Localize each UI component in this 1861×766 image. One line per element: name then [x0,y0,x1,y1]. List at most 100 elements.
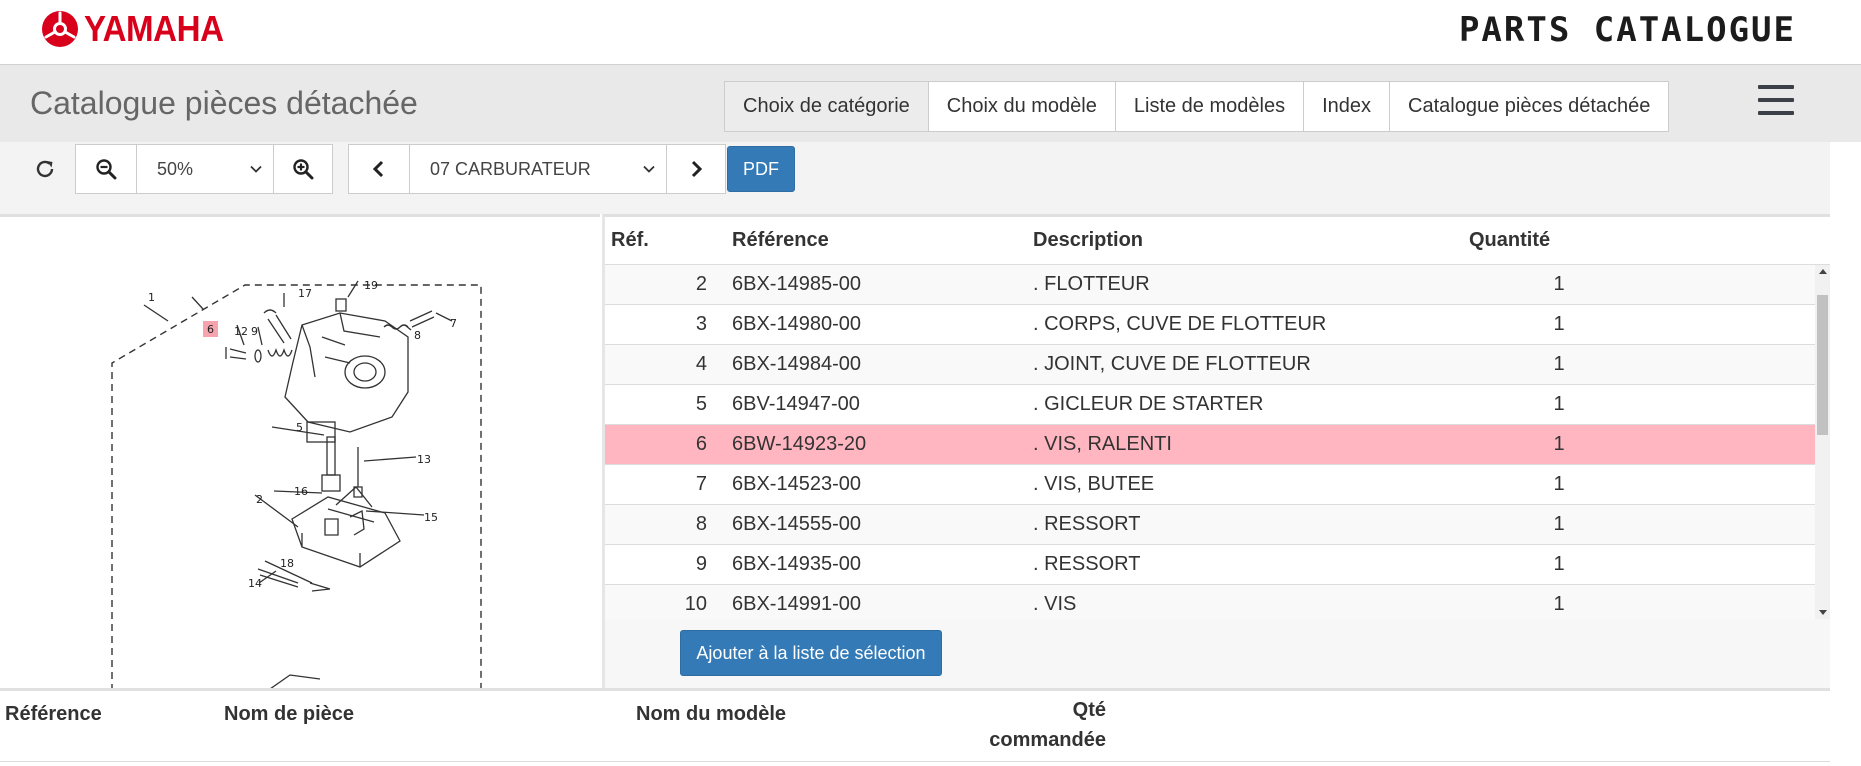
cell-quantity: 1 [1553,473,1565,495]
cell-description: . JOINT, CUVE DE FLOTTEUR [1033,353,1311,375]
diagram-callout-8[interactable]: 8 [414,329,421,342]
cell-reference: 6BX-14935-00 [732,553,861,575]
diagram-callout-16[interactable]: 16 [294,485,308,498]
next-category-button[interactable] [666,144,726,194]
tab-parts-catalogue[interactable]: Catalogue pièces détachée [1390,82,1669,131]
add-to-selection-button[interactable]: Ajouter à la liste de sélection [680,630,942,676]
parts-catalogue-logo: PARTS CATALOGUE [1459,10,1796,50]
table-row[interactable]: 7 6BX-14523-00 . VIS, BUTEE 1 [605,465,1815,505]
zoom-select[interactable]: 50% [136,144,274,194]
table-row[interactable]: 9 6BX-14935-00 . RESSORT 1 [605,545,1815,585]
refresh-icon [36,160,54,178]
header-description[interactable]: Description [1033,229,1143,252]
diagram-callout-7[interactable]: 7 [450,317,457,330]
selection-header-reference: Référence [5,703,102,725]
tab-model-choice[interactable]: Choix du modèle [928,82,1116,131]
exploded-diagram-panel: 1 17 19 8 7 6 12 9 5 13 16 15 2 18 14 [0,214,600,688]
diagram-callout-17[interactable]: 17 [298,287,312,300]
cell-reference: 6BX-14555-00 [732,513,861,535]
chevron-left-icon [372,160,384,178]
cell-ref: 7 [695,473,707,495]
table-row[interactable]: 2 6BX-14985-00 . FLOTTEUR 1 [605,265,1815,305]
cell-ref: 5 [695,393,707,415]
table-row[interactable]: 4 6BX-14984-00 . JOINT, CUVE DE FLOTTEUR… [605,345,1815,385]
parts-table-body: 2 6BX-14985-00 . FLOTTEUR 1 3 6BX-14980-… [605,265,1815,619]
scroll-up-arrow-icon[interactable] [1819,269,1827,274]
selection-header-part-name: Nom de pièce [224,703,355,725]
refresh-button[interactable] [18,144,72,194]
table-row[interactable]: 8 6BX-14555-00 . RESSORT 1 [605,505,1815,545]
cell-ref: 10 [684,593,707,615]
divider [0,761,1830,762]
cell-ref: 3 [695,313,707,335]
scroll-down-arrow-icon[interactable] [1819,610,1827,615]
previous-category-button[interactable] [348,144,410,194]
zoom-in-icon [293,159,314,180]
cell-description: . RESSORT [1033,513,1141,535]
diagram-callout-6[interactable]: 6 [207,323,214,336]
zoom-out-button[interactable] [75,144,137,194]
parts-table-header: Réf. Référence Description Quantité [605,217,1830,265]
cell-quantity: 1 [1553,273,1565,295]
selection-header-quantity-line1: Qté [1072,699,1106,721]
header-reference[interactable]: Référence [732,229,829,252]
cell-description: . VIS [1033,593,1077,615]
cell-description: . RESSORT [1033,553,1141,575]
cell-ref: 6 [695,433,707,455]
yamaha-logo[interactable]: YAMAHA [40,8,236,50]
cell-reference: 6BX-14523-00 [732,473,861,495]
cell-quantity: 1 [1553,393,1565,415]
cell-reference: 6BW-14923-20 [732,433,867,455]
cell-reference: 6BV-14947-00 [732,393,860,415]
cell-quantity: 1 [1553,433,1565,455]
diagram-callout-19[interactable]: 19 [364,279,378,292]
scrollbar-thumb[interactable] [1817,295,1828,435]
chevron-right-icon [691,160,703,178]
nav-tabs: Choix de catégorie Choix du modèle Liste… [724,81,1670,132]
diagram-callout-2[interactable]: 2 [256,493,263,506]
parts-list-panel: Réf. Référence Description Quantité 2 6B… [602,214,1830,688]
category-select-value: 07 CARBURATEUR [430,158,591,179]
carburetor-exploded-diagram[interactable]: 1 17 19 8 7 6 12 9 5 13 16 15 2 18 14 [40,217,560,688]
category-select[interactable]: 07 CARBURATEUR [409,144,667,194]
diagram-callout-14[interactable]: 14 [248,577,262,590]
tab-category-choice[interactable]: Choix de catégorie [725,82,929,131]
parts-table-scrollbar[interactable] [1815,265,1830,619]
header-ref[interactable]: Réf. [611,229,649,252]
diagram-callout-1[interactable]: 1 [148,291,155,304]
table-row[interactable]: 3 6BX-14980-00 . CORPS, CUVE DE FLOTTEUR… [605,305,1815,345]
tab-index[interactable]: Index [1304,82,1391,131]
hamburger-menu-icon[interactable] [1758,85,1794,119]
tab-model-list[interactable]: Liste de modèles [1115,82,1305,131]
table-row-selected[interactable]: 6 6BW-14923-20 . VIS, RALENTI 1 [605,425,1815,465]
cell-ref: 4 [695,353,707,375]
toolbar: 50% 07 CARBURATEUR PDF [0,142,1830,214]
diagram-callout-12[interactable]: 12 [234,325,248,338]
cell-description: . VIS, RALENTI [1033,433,1172,455]
table-row[interactable]: 5 6BV-14947-00 . GICLEUR DE STARTER 1 [605,385,1815,425]
zoom-in-button[interactable] [273,144,333,194]
cell-quantity: 1 [1553,553,1565,575]
cell-quantity: 1 [1553,513,1565,535]
selection-header-model-name: Nom du modèle [636,703,787,725]
cell-reference: 6BX-14985-00 [732,273,861,295]
cell-reference: 6BX-14984-00 [732,353,861,375]
table-row[interactable]: 10 6BX-14991-00 . VIS 1 [605,585,1815,619]
diagram-callout-15[interactable]: 15 [424,511,438,524]
zoom-out-icon [96,159,117,180]
selection-list-panel: Référence Nom de pièce Nom du modèle Qté… [0,688,1830,766]
header-quantity[interactable]: Quantité [1469,229,1550,252]
cell-quantity: 1 [1553,313,1565,335]
pdf-button[interactable]: PDF [727,146,795,192]
diagram-callout-18[interactable]: 18 [280,557,294,570]
brand-bar: YAMAHA PARTS CATALOGUE [0,0,1861,64]
page-title: Catalogue pièces détachée [30,85,418,121]
cell-reference: 6BX-14991-00 [732,593,861,615]
diagram-callout-9[interactable]: 9 [251,325,258,338]
cell-description: . FLOTTEUR [1033,273,1150,295]
diagram-callout-5[interactable]: 5 [296,421,303,434]
yamaha-tuning-fork-icon [42,11,78,47]
cell-ref: 9 [695,553,707,575]
chevron-down-icon [643,165,655,173]
diagram-callout-13[interactable]: 13 [417,453,431,466]
